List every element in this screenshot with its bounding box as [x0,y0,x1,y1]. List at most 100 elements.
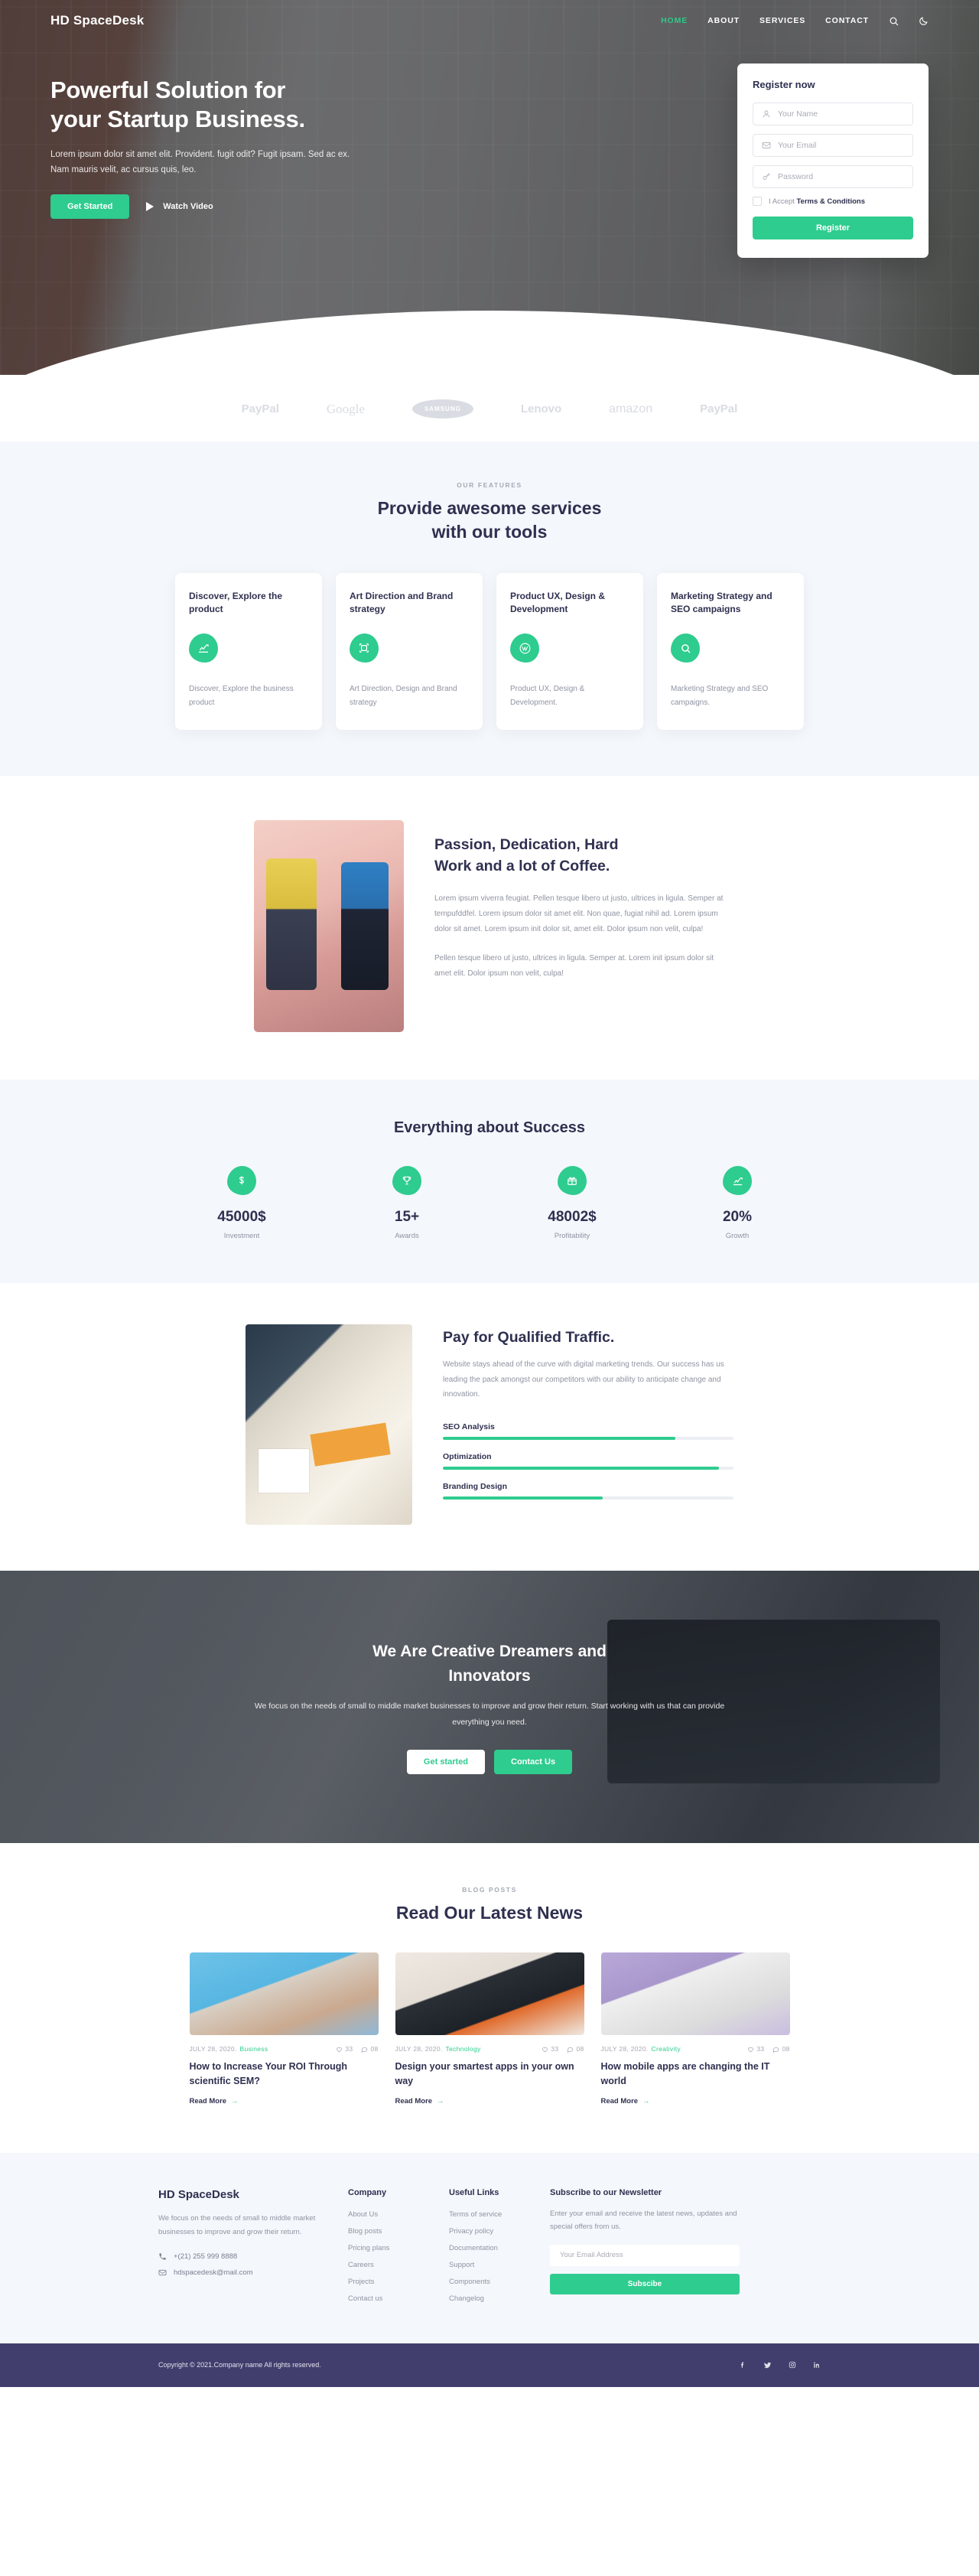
like-count-value: 33 [551,2045,559,2053]
blog-post-category[interactable]: Technology [446,2045,481,2053]
features-title-line2: with our tools [431,522,548,542]
comment-count-value: 08 [782,2045,790,2053]
blog-post-title[interactable]: How to Increase Your ROI Through scienti… [190,2060,379,2089]
blog-post-counts: 33 08 [747,2045,789,2053]
footer-link-about-us[interactable]: About Us [348,2210,449,2219]
site-logo[interactable]: HD SpaceDesk [50,13,144,28]
play-icon [146,202,154,212]
read-more-link[interactable]: Read More → [601,2097,790,2105]
skill-bar-track [443,1466,733,1470]
cta-buttons: Get started Contact Us [252,1750,727,1775]
blog-post[interactable]: JULY 28, 2020. Business 33 08 How to Inc… [189,1952,379,2105]
read-more-link[interactable]: Read More → [190,2097,379,2105]
footer-link-careers[interactable]: Careers [348,2261,449,2269]
footer-email[interactable]: hdspacedesk@mail.com [158,2268,348,2277]
like-count-value: 33 [756,2045,765,2053]
watch-video-button[interactable]: Watch Video [146,202,213,212]
search-icon[interactable] [889,16,899,26]
footer-link-components[interactable]: Components [449,2278,550,2286]
instagram-icon[interactable] [789,2361,796,2369]
hero-section: HD SpaceDesk HOME ABOUT SERVICES CONTACT… [0,0,979,375]
skill-bar-label: Branding Design [443,1481,508,1491]
skill-bar-fill [443,1496,603,1500]
blog-post[interactable]: JULY 28, 2020. Technology 33 08 Design y… [395,1952,584,2105]
email-field[interactable] [753,134,913,157]
landing-page: HD SpaceDesk HOME ABOUT SERVICES CONTACT… [0,0,979,2387]
password-input[interactable] [778,172,904,181]
name-field[interactable] [753,103,913,125]
footer-link-support[interactable]: Support [449,2261,550,2269]
blog-post-title[interactable]: Design your smartest apps in your own wa… [395,2060,584,2089]
footer-link-privacy-policy[interactable]: Privacy policy [449,2227,550,2236]
footer-link-pricing-plans[interactable]: Pricing plans [348,2244,449,2252]
passion-copy: Passion, Dedication, Hard Work and a lot… [434,820,725,1032]
arrow-right-icon: → [642,2096,650,2105]
stat-value: 45000$ [217,1209,266,1226]
newsletter-email-input[interactable] [550,2244,740,2266]
footer-link-contact-us[interactable]: Contact us [348,2294,449,2303]
key-icon [763,173,770,180]
hero-actions: Get Started Watch Video [50,194,479,220]
feature-card[interactable]: Discover, Explore the product Discover, … [175,573,322,731]
like-count: 33 [542,2045,558,2053]
nav-item-about[interactable]: ABOUT [707,16,740,25]
passion-title-line2: Work and a lot of Coffee. [434,858,610,875]
footer-link-documentation[interactable]: Documentation [449,2244,550,2252]
nav-item-home[interactable]: HOME [661,16,688,25]
stat-value: 48002$ [548,1209,597,1226]
chart-line-icon [189,633,218,663]
top-navigation: HD SpaceDesk HOME ABOUT SERVICES CONTACT [0,0,979,28]
password-field[interactable] [753,165,913,188]
footer-link-terms-of-service[interactable]: Terms of service [449,2210,550,2219]
feature-card[interactable]: Product UX, Design & Development Product… [496,573,643,731]
blog-post-category[interactable]: Business [240,2045,268,2053]
blog-post-title[interactable]: How mobile apps are changing the IT worl… [601,2060,790,2089]
trophy-icon [392,1166,421,1196]
terms-checkbox[interactable] [753,197,762,206]
footer-link-blog-posts[interactable]: Blog posts [348,2227,449,2236]
facebook-icon[interactable] [739,2361,746,2369]
stat-value: 20% [722,1209,753,1226]
stats-section: Everything about Success 45000$ Investme… [0,1080,979,1284]
blog-post-counts: 33 08 [542,2045,584,2053]
arrow-right-icon: → [231,2096,239,2105]
skill-bar-label: Optimization [443,1451,492,1461]
register-submit-button[interactable]: Register [753,217,913,239]
contact-us-button[interactable]: Contact Us [494,1750,573,1775]
twitter-icon[interactable] [763,2361,772,2369]
footer-useful-heading: Useful Links [449,2187,499,2197]
feature-card[interactable]: Art Direction and Brand strategy Art Dir… [336,573,483,731]
get-started-button[interactable]: Get started [406,1750,485,1775]
passion-paragraph-2: Pellen tesque libero ut justo, ultrices … [434,953,714,978]
partner-logos: PayPal Google SAMSUNG Lenovo amazon PayP… [0,375,979,441]
blog-post-category[interactable]: Creativity [652,2045,681,2053]
skill-bar: Optimization [443,1452,733,1470]
newsletter-subscribe-button[interactable]: Subscibe [550,2273,740,2294]
blog-post[interactable]: JULY 28, 2020. Creativity 33 08 How mobi… [600,1952,790,2105]
footer-phone[interactable]: +(21) 255 999 8888 [158,2252,348,2261]
linkedin-icon[interactable] [813,2361,821,2369]
footer-link-projects[interactable]: Projects [348,2278,449,2286]
read-more-link[interactable]: Read More → [395,2097,584,2105]
logo-samsung: SAMSUNG [411,399,473,418]
blog-title: Read Our Latest News [395,1903,584,1923]
nav-item-contact[interactable]: CONTACT [825,16,869,25]
feature-card[interactable]: Marketing Strategy and SEO campaigns Mar… [657,573,804,731]
skill-bar: SEO Analysis [443,1422,733,1440]
feature-card-title: Art Direction and Brand strategy [350,591,454,615]
footer-link-changelog[interactable]: Changelog [449,2294,550,2303]
get-started-button[interactable]: Get Started [50,194,130,220]
terms-prefix: I Accept [769,197,797,206]
skill-bar-track [443,1436,733,1440]
name-input[interactable] [778,109,904,119]
stat-label: Investment [223,1232,260,1241]
email-input[interactable] [778,141,904,150]
feature-card-desc: Marketing Strategy and SEO campaigns. [671,685,769,708]
footer-contact: +(21) 255 999 8888 hdspacedesk@mail.com [158,2252,348,2277]
moon-icon[interactable] [919,16,929,26]
features-title-line1: Provide awesome services [377,498,602,518]
envelope-icon [762,142,771,148]
terms-link[interactable]: Terms & Conditions [796,197,865,206]
blog-post-meta: JULY 28, 2020. Business 33 08 [190,2045,379,2053]
nav-item-services[interactable]: SERVICES [759,16,805,25]
